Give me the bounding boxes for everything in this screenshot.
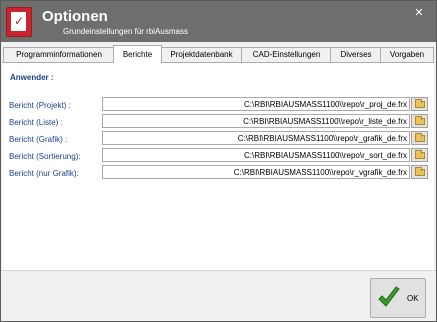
tab-programminformationen[interactable]: Programminformationen (3, 47, 115, 62)
tab-projektdatenbank[interactable]: Projektdatenbank (160, 47, 243, 62)
dialog-subtitle: Grundeinstellungen für rbiAusmass (63, 27, 188, 36)
browse-folder-button[interactable] (411, 165, 428, 179)
report-label: Bericht (Liste) : (9, 118, 63, 127)
tab-vorgaben[interactable]: Vorgaben (380, 47, 434, 62)
ok-label: OK (407, 294, 419, 303)
report-row-liste: Bericht (Liste) : C:\RBI\RBIAUSMASS1100\… (2, 114, 434, 130)
folder-icon (415, 150, 425, 159)
report-path-input[interactable]: C:\RBI\RBIAUSMASS1100\\repo\r_vgrafik_de… (102, 165, 410, 179)
report-path-input[interactable]: C:\RBI\RBIAUSMASS1100\\repo\r_sort_de.fr… (102, 148, 410, 162)
tab-cad-einstellungen[interactable]: CAD-Einstellungen (241, 47, 332, 62)
tab-diverses[interactable]: Diverses (330, 47, 382, 62)
checkmark-icon (378, 286, 400, 307)
app-icon: ✓ (6, 7, 32, 37)
options-dialog: ✓ Optionen Grundeinstellungen für rbiAus… (0, 0, 437, 322)
report-row-sortierung: Bericht (Sortierung): C:\RBI\RBIAUSMASS1… (2, 148, 434, 164)
report-row-grafik: Bericht (Grafik) : C:\RBI\RBIAUSMASS1100… (2, 131, 434, 147)
berichte-panel: Anwender : Bericht (Projekt) : C:\RBI\RB… (2, 62, 434, 270)
browse-folder-button[interactable] (411, 114, 428, 128)
report-label: Bericht (nur Grafik): (9, 169, 79, 178)
tab-berichte[interactable]: Berichte (113, 45, 162, 63)
close-icon[interactable]: ✕ (409, 5, 429, 21)
title-bar: ✓ Optionen Grundeinstellungen für rbiAus… (1, 1, 436, 42)
app-icon-mark: ✓ (14, 14, 25, 28)
folder-icon (415, 133, 425, 142)
dialog-title: Optionen (42, 8, 108, 25)
report-row-projekt: Bericht (Projekt) : C:\RBI\RBIAUSMASS110… (2, 97, 434, 113)
dialog-footer: OK (1, 270, 436, 321)
folder-icon (415, 167, 425, 176)
report-label: Bericht (Grafik) : (9, 135, 68, 144)
ok-button[interactable]: OK (370, 278, 426, 318)
folder-icon (415, 116, 425, 125)
browse-folder-button[interactable] (411, 97, 428, 111)
tab-bar: Programminformationen Berichte Projektda… (1, 42, 436, 63)
report-row-nur-grafik: Bericht (nur Grafik): C:\RBI\RBIAUSMASS1… (2, 165, 434, 181)
report-path-input[interactable]: C:\RBI\RBIAUSMASS1100\\repo\r_proj_de.fr… (102, 97, 410, 111)
report-path-input[interactable]: C:\RBI\RBIAUSMASS1100\\repo\r_liste_de.f… (102, 114, 410, 128)
anwender-heading: Anwender : (10, 73, 54, 82)
report-path-input[interactable]: C:\RBI\RBIAUSMASS1100\\repo\r_grafik_de.… (102, 131, 410, 145)
report-label: Bericht (Projekt) : (9, 101, 71, 110)
report-label: Bericht (Sortierung): (9, 152, 81, 161)
browse-folder-button[interactable] (411, 148, 428, 162)
folder-icon (415, 99, 425, 108)
browse-folder-button[interactable] (411, 131, 428, 145)
